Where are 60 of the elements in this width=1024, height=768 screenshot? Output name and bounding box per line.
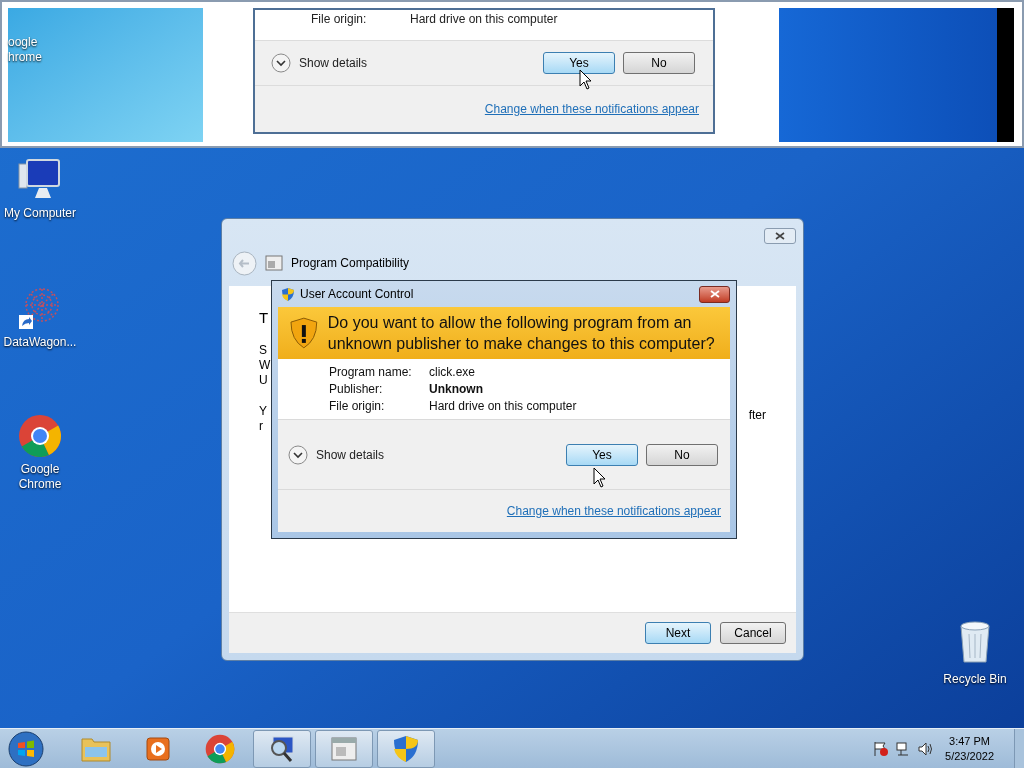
close-icon [709, 290, 720, 298]
taskbar-button[interactable] [253, 729, 311, 768]
partial-text: Y [259, 404, 268, 419]
field-value: Hard drive on this computer [410, 11, 558, 28]
taskbar-button[interactable] [315, 729, 373, 768]
dialog-button[interactable]: No [623, 52, 695, 74]
shield-icon[interactable] [392, 733, 420, 764]
dialog-button[interactable]: Next [645, 622, 711, 644]
partial-text: r [259, 419, 264, 434]
field-label: File origin: [311, 11, 368, 28]
dialog-button[interactable]: No [646, 443, 718, 466]
program-window-icon[interactable] [329, 734, 359, 763]
partial-text: T [259, 310, 270, 325]
desktop-icon-label[interactable]: Recycle Bin [943, 670, 1007, 688]
partial-text: fter [748, 407, 766, 421]
action-center-flag-icon[interactable] [873, 740, 890, 757]
partial-text: W [259, 358, 272, 373]
dialog-button[interactable]: Cancel [720, 622, 786, 644]
window-title: Program Compatibility [291, 255, 410, 272]
field-label: Publisher: [329, 380, 384, 398]
notification-settings-link[interactable]: Change when these notifications appear [506, 502, 721, 520]
close-button[interactable] [764, 228, 796, 244]
media-player-icon[interactable] [144, 734, 172, 763]
chrome-logo-icon [205, 733, 235, 764]
field-label: File origin: [329, 397, 386, 415]
field-value: Hard drive on this computer [429, 397, 577, 415]
partial-text: S [259, 343, 268, 358]
start-button-icon[interactable] [7, 729, 45, 768]
close-icon [775, 232, 785, 240]
dialog-button[interactable]: Yes [543, 52, 615, 74]
clock-time[interactable]: 3:47 PM [949, 733, 990, 749]
field-value: Unknown [429, 380, 483, 398]
app-shortcut-icon [18, 285, 62, 331]
close-button[interactable] [699, 285, 730, 303]
partial-text: U [259, 373, 269, 388]
chrome-logo-icon [18, 414, 62, 458]
show-details-label[interactable]: Show details [299, 54, 535, 72]
warning-shield-icon [290, 317, 318, 349]
desktop-icon-label[interactable]: DataWagon... [3, 335, 77, 350]
notification-settings-link[interactable]: Change when these notifications appear [484, 100, 699, 118]
mouse-cursor-icon [579, 69, 593, 90]
show-details-label[interactable]: Show details [316, 445, 558, 464]
clock-date[interactable]: 5/23/2022 [945, 748, 994, 764]
show-desktop-button[interactable] [1014, 728, 1024, 768]
mouse-cursor-icon [593, 467, 607, 488]
shield-icon [281, 286, 295, 302]
field-label: Program name: [329, 363, 413, 381]
dialog-title: User Account Control [300, 286, 415, 303]
desktop-icon-label: hrome [8, 50, 43, 65]
chevron-down-icon[interactable] [271, 53, 291, 73]
desktop-icon-label[interactable]: Google Chrome [0, 462, 80, 492]
program-window-icon [265, 255, 283, 271]
permission-question: Do you want to allow the following program from an unknown publisher to make changes to this computer? [327, 313, 716, 354]
dialog-button[interactable]: Yes [566, 443, 638, 466]
chevron-down-icon[interactable] [288, 444, 308, 465]
taskbar-button[interactable] [377, 729, 435, 768]
desktop-icon-label[interactable]: My Computer [4, 206, 76, 221]
desktop-icon-label: oogle [8, 35, 39, 50]
volume-icon[interactable] [917, 740, 934, 757]
field-value: click.exe [429, 363, 475, 381]
